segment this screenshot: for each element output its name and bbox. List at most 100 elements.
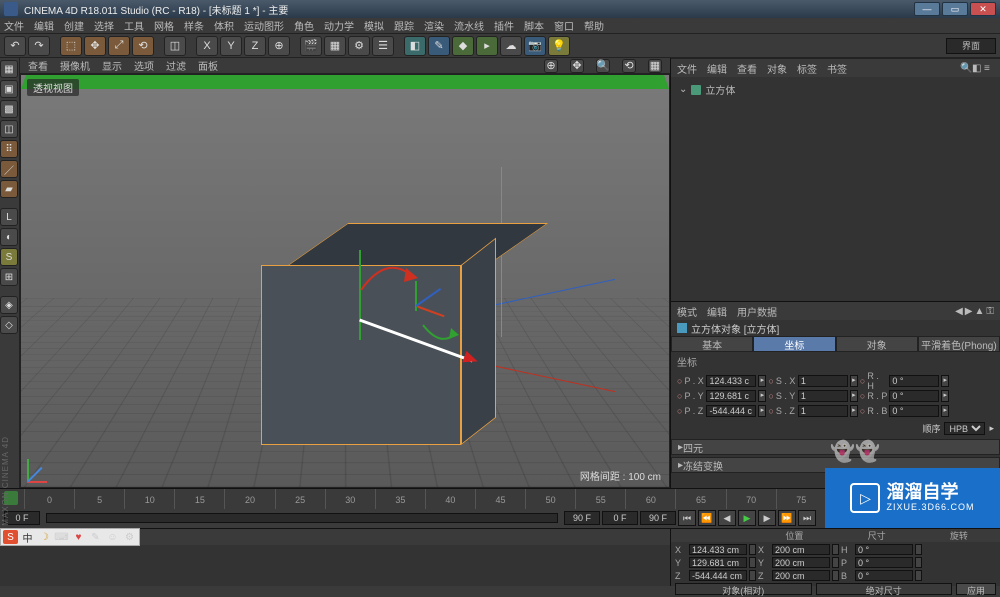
render-settings-button[interactable]: ⚙ [348,36,370,56]
attr-tab-object[interactable]: 对象 [836,336,918,352]
generator-button[interactable]: ◆ [452,36,474,56]
cm-apply-button[interactable]: 应用 [956,583,996,595]
vp-nav-icon[interactable]: ⊕ [544,59,558,73]
ime-moon-icon[interactable]: ☽ [37,530,52,544]
axis-button[interactable]: L [0,208,18,226]
y-axis-lock[interactable]: Y [220,36,242,56]
ime-keyboard-icon[interactable]: ⌨ [54,530,69,544]
tl-end-field[interactable] [564,511,600,525]
move-tool[interactable]: ✥ [84,36,106,56]
cm-size-y[interactable] [772,557,830,568]
rot-b-input[interactable] [889,405,939,417]
minimize-button[interactable]: — [914,2,940,16]
edge-mode-button[interactable]: ／ [0,160,18,178]
scale-tool[interactable]: ⤢ [108,36,130,56]
next-key-button[interactable]: ⏩ [778,510,796,526]
menu-create[interactable]: 创建 [64,18,84,33]
menu-plugins[interactable]: 插件 [494,18,514,33]
pos-z-input[interactable] [706,405,756,417]
next-frame-button[interactable]: ▶ [758,510,776,526]
object-manager-tree[interactable]: ⌄ 立方体 [671,77,1000,302]
attr-up-icon[interactable]: ▲ [974,306,984,317]
attr-menu-userdata[interactable]: 用户数据 [737,304,777,319]
gizmo-y-arrow[interactable] [21,75,669,89]
menu-edit[interactable]: 编辑 [34,18,54,33]
coord-system[interactable]: ⊕ [268,36,290,56]
om-menu-view[interactable]: 查看 [737,61,757,76]
menu-volume[interactable]: 体积 [214,18,234,33]
om-menu-edit[interactable]: 编辑 [707,61,727,76]
menu-spline[interactable]: 样条 [184,18,204,33]
vp-layout-icon[interactable]: ▦ [648,59,662,73]
pos-x-input[interactable] [706,375,756,387]
cm-rot-p[interactable] [855,557,913,568]
vp-menu-filter[interactable]: 过滤 [166,58,186,73]
camera-button[interactable]: 📷 [524,36,546,56]
cm-pos-z[interactable] [689,570,747,581]
goto-start-button[interactable]: ⏮ [678,510,696,526]
select-tool[interactable]: ⬚ [60,36,82,56]
vp-menu-panel[interactable]: 面板 [198,58,218,73]
tree-expand-icon[interactable]: ⌄ [679,84,687,95]
rot-h-input[interactable] [889,375,939,387]
goto-end-button[interactable]: ⏭ [798,510,816,526]
rotate-tool[interactable]: ⟲ [132,36,154,56]
scale-x-input[interactable] [798,375,848,387]
workplane-button[interactable]: ◫ [0,120,18,138]
menu-script[interactable]: 脚本 [524,18,544,33]
attr-tab-phong[interactable]: 平滑着色(Phong) [918,336,1000,352]
cm-pos-y[interactable] [689,557,747,568]
polygon-mode-button[interactable]: ▰ [0,180,18,198]
play-button[interactable]: ▶ [738,510,756,526]
pos-y-input[interactable] [706,390,756,402]
attr-back-icon[interactable]: ◀ [955,306,963,317]
render-region-button[interactable]: ▦ [324,36,346,56]
menu-select[interactable]: 选择 [94,18,114,33]
point-mode-button[interactable]: ⠿ [0,140,18,158]
om-flat-icon[interactable]: ≡ [984,63,994,73]
menu-character[interactable]: 角色 [294,18,314,33]
tl-end2-field[interactable] [640,511,676,525]
menu-tools[interactable]: 工具 [124,18,144,33]
om-menu-objects[interactable]: 对象 [767,61,787,76]
om-search-icon[interactable]: 🔍 [960,63,970,73]
prev-key-button[interactable]: ⏪ [698,510,716,526]
cm-mode-select[interactable]: 对象(相对) [675,583,812,595]
viewport-solo-button[interactable]: ◈ [0,296,18,314]
menu-dynamics[interactable]: 动力学 [324,18,354,33]
ime-sogou-icon[interactable]: S [3,530,18,544]
attr-menu-mode[interactable]: 模式 [677,304,697,319]
redo-button[interactable]: ↷ [28,36,50,56]
attr-fwd-icon[interactable]: ▶ [965,306,973,317]
menu-simulate[interactable]: 模拟 [364,18,384,33]
x-axis-lock[interactable]: X [196,36,218,56]
attr-lock-icon[interactable]: ⚿ [986,306,994,317]
primitive-cube-button[interactable]: ◧ [404,36,426,56]
perspective-viewport[interactable]: 透视视图 /*placeholder*/ [20,74,670,488]
scale-y-input[interactable] [798,390,848,402]
undo-button[interactable]: ↶ [4,36,26,56]
vp-menu-cameras[interactable]: 摄像机 [60,58,90,73]
object-cube-item[interactable]: ⌄ 立方体 [679,81,992,98]
menu-file[interactable]: 文件 [4,18,24,33]
make-editable-button[interactable]: ▦ [0,60,18,78]
tl-cur-field[interactable] [602,511,638,525]
vp-move-icon[interactable]: ✥ [570,59,584,73]
attr-menu-edit[interactable]: 编辑 [707,304,727,319]
deformer-button[interactable]: ▸ [476,36,498,56]
vp-menu-view[interactable]: 查看 [28,58,48,73]
menu-pipeline[interactable]: 流水线 [454,18,484,33]
menu-help[interactable]: 帮助 [584,18,604,33]
cm-size-mode-select[interactable]: 绝对尺寸 [816,583,953,595]
menu-tracker[interactable]: 跟踪 [394,18,414,33]
z-axis-lock[interactable]: Z [244,36,266,56]
ime-lang-button[interactable]: 中 [20,530,35,544]
rotation-order-select[interactable]: HPB [944,422,985,435]
material-area[interactable] [0,545,670,586]
maximize-button[interactable]: ▭ [942,2,968,16]
recent-tool[interactable]: ◫ [164,36,186,56]
cm-size-z[interactable] [772,570,830,581]
cm-rot-b[interactable] [855,570,913,581]
rotation-handle-icon[interactable] [356,250,436,300]
ime-heart-icon[interactable]: ♥ [71,530,86,544]
